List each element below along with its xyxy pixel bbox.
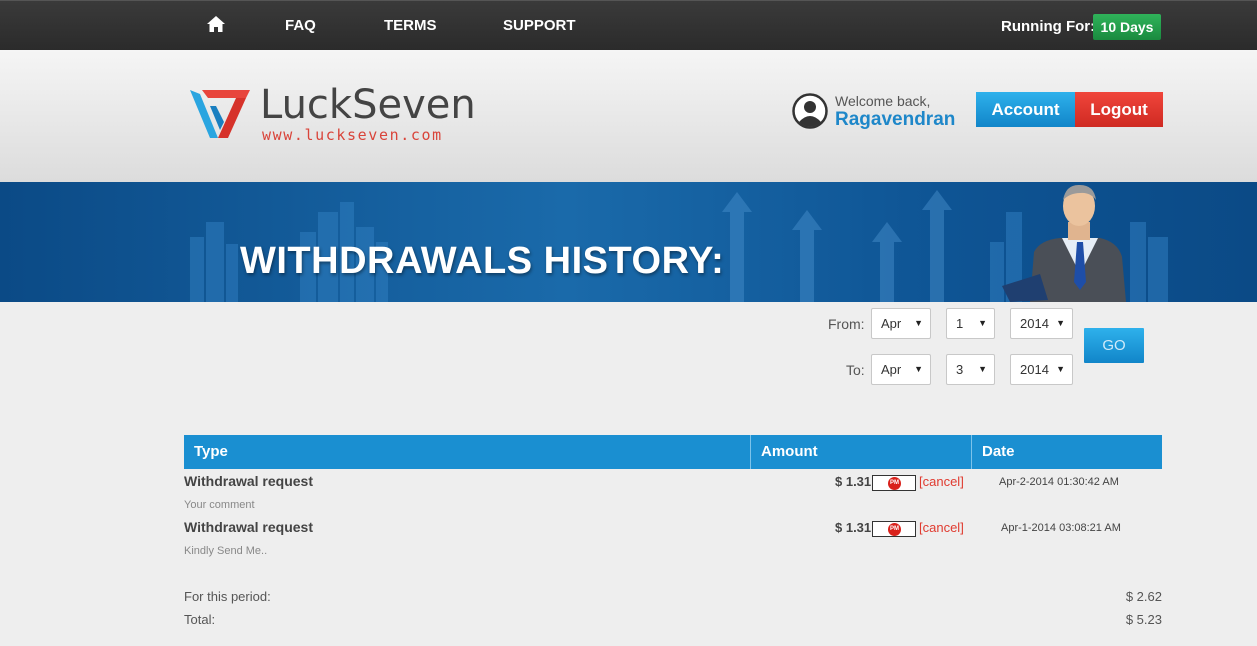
perfect-money-icon: PM bbox=[888, 523, 901, 536]
column-header-amount: Amount bbox=[751, 435, 972, 469]
row-type: Withdrawal request bbox=[184, 473, 314, 489]
row-comment: Your comment bbox=[184, 499, 255, 511]
to-month-select[interactable]: Apr ▼ bbox=[871, 354, 931, 385]
from-year-value: 2014 bbox=[1020, 316, 1049, 331]
to-label: To: bbox=[846, 362, 865, 378]
go-button[interactable]: GO bbox=[1084, 328, 1144, 363]
dropdown-arrow-icon: ▼ bbox=[978, 364, 987, 374]
nav-support[interactable]: SUPPORT bbox=[503, 17, 576, 34]
site-header: LuckSeven www.luckseven.com Welcome back… bbox=[0, 50, 1257, 182]
grand-total-label: Total: bbox=[184, 612, 216, 627]
running-for-label: Running For: bbox=[1001, 18, 1096, 35]
row-amount: $ 1.31 bbox=[835, 474, 872, 489]
from-label: From: bbox=[828, 316, 865, 332]
dropdown-arrow-icon: ▼ bbox=[914, 364, 923, 374]
to-month-value: Apr bbox=[881, 362, 902, 377]
from-day-value: 1 bbox=[956, 316, 964, 331]
column-header-type: Type bbox=[184, 435, 751, 469]
dropdown-arrow-icon: ▼ bbox=[978, 318, 987, 328]
row-type: Withdrawal request bbox=[184, 519, 314, 535]
nav-faq[interactable]: FAQ bbox=[285, 17, 316, 34]
running-days-badge: 10 Days bbox=[1093, 14, 1161, 40]
dropdown-arrow-icon: ▼ bbox=[914, 318, 923, 328]
to-year-select[interactable]: 2014 ▼ bbox=[1010, 354, 1073, 385]
row-date: Apr-1-2014 03:08:21 AM bbox=[1001, 522, 1121, 534]
logo-url: www.luckseven.com bbox=[262, 126, 443, 144]
perfect-money-badge: PM bbox=[872, 475, 916, 491]
from-day-select[interactable]: 1 ▼ bbox=[946, 308, 995, 339]
period-total-value: $ 2.62 bbox=[1125, 589, 1162, 604]
account-button[interactable]: Account bbox=[976, 92, 1075, 127]
to-year-value: 2014 bbox=[1020, 362, 1049, 377]
from-year-select[interactable]: 2014 ▼ bbox=[1010, 308, 1073, 339]
period-total-label: For this period: bbox=[184, 589, 271, 604]
top-nav-bar: FAQ TERMS SUPPORT Running For: 10 Days bbox=[0, 0, 1257, 50]
logo-text[interactable]: LuckSeven bbox=[260, 82, 476, 128]
welcome-text: Welcome back, bbox=[835, 93, 931, 109]
logout-button[interactable]: Logout bbox=[1075, 92, 1163, 127]
from-month-value: Apr bbox=[881, 316, 902, 331]
cancel-link[interactable]: [cancel] bbox=[919, 520, 964, 535]
page-banner: WITHDRAWALS HISTORY: bbox=[0, 182, 1257, 302]
dropdown-arrow-icon: ▼ bbox=[1056, 318, 1065, 328]
cancel-link[interactable]: [cancel] bbox=[919, 474, 964, 489]
username: Ragavendran bbox=[835, 109, 956, 130]
page-title: WITHDRAWALS HISTORY: bbox=[240, 240, 725, 282]
column-header-date: Date bbox=[972, 435, 1162, 469]
perfect-money-badge: PM bbox=[872, 521, 916, 537]
home-icon[interactable] bbox=[206, 15, 226, 33]
luckseven-logo-icon[interactable] bbox=[188, 86, 252, 142]
perfect-money-icon: PM bbox=[888, 477, 901, 490]
to-day-select[interactable]: 3 ▼ bbox=[946, 354, 995, 385]
nav-terms[interactable]: TERMS bbox=[384, 17, 437, 34]
to-day-value: 3 bbox=[956, 362, 964, 377]
dropdown-arrow-icon: ▼ bbox=[1056, 364, 1065, 374]
user-avatar-icon bbox=[792, 93, 828, 129]
row-amount: $ 1.31 bbox=[835, 520, 872, 535]
row-comment: Kindly Send Me.. bbox=[184, 545, 268, 557]
row-date: Apr-2-2014 01:30:42 AM bbox=[999, 476, 1119, 488]
grand-total-value: $ 5.23 bbox=[1125, 612, 1162, 627]
from-month-select[interactable]: Apr ▼ bbox=[871, 308, 931, 339]
